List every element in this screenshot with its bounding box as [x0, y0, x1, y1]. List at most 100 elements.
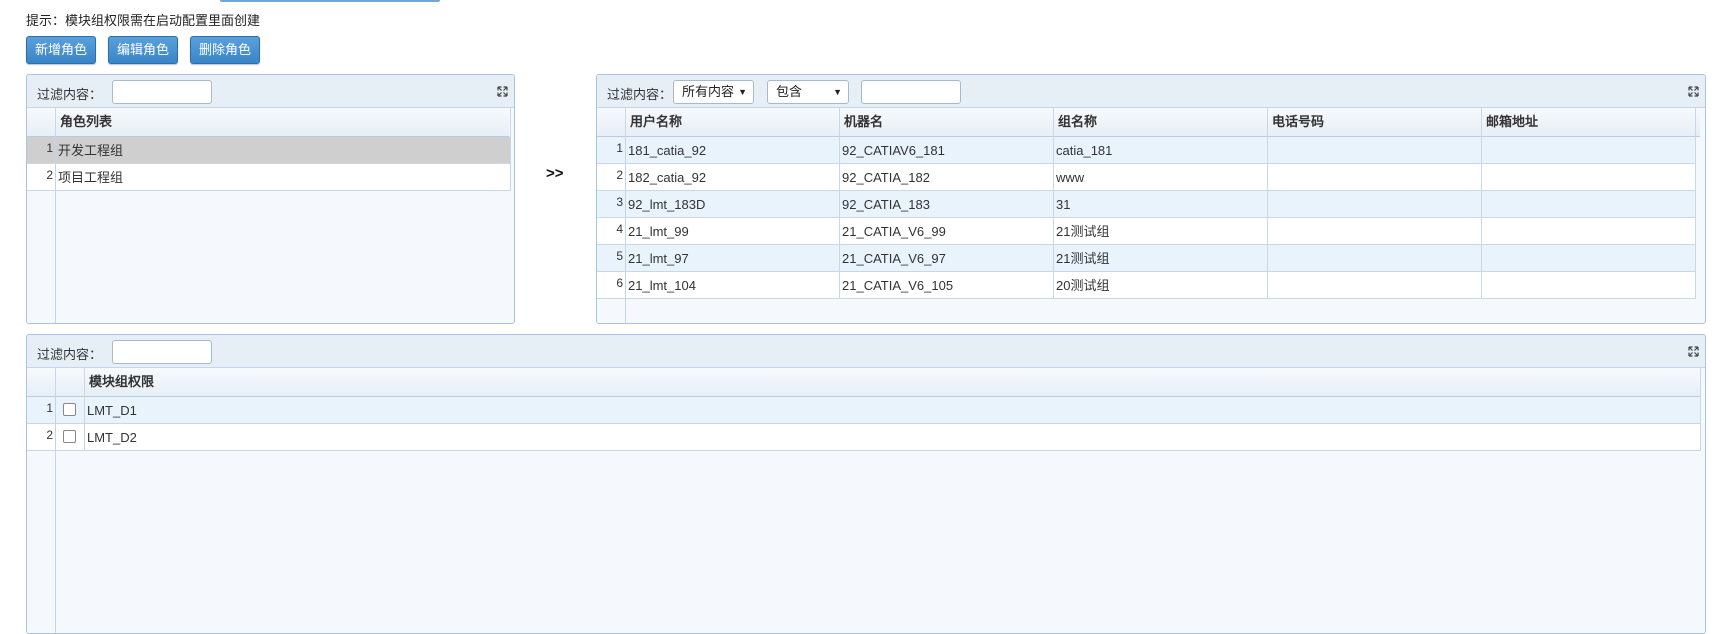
expand-icon[interactable]: [1688, 346, 1699, 357]
row-checkbox[interactable]: [63, 403, 76, 416]
table-row[interactable]: 1 开发工程组: [27, 137, 511, 164]
row-number: 2: [597, 164, 626, 190]
hint-text: 提示：模块组权限需在启动配置里面创建: [26, 13, 261, 28]
user-name-cell[interactable]: 182_catia_92: [626, 164, 840, 190]
header-phone[interactable]: 电话号码: [1268, 108, 1482, 137]
module-grid-header: 模块组权限: [27, 368, 1701, 397]
email-cell[interactable]: [1482, 164, 1696, 190]
row-checkbox[interactable]: [63, 430, 76, 443]
role-grid-header: 角色列表: [27, 108, 511, 137]
email-cell[interactable]: [1482, 191, 1696, 217]
table-row[interactable]: 3 92_lmt_183D 92_CATIA_183 31: [597, 191, 1696, 218]
module-grid: 模块组权限 1 LMT_D1 2 LMT_D2: [27, 368, 1705, 633]
role-filter-label: 过滤内容：: [37, 87, 103, 102]
user-panel-toolbar: 过滤内容： 所有内容 ▼ 包含 ▼: [597, 75, 1705, 108]
header-corner: [27, 108, 56, 137]
header-user-name[interactable]: 用户名称: [626, 108, 840, 137]
expand-icon[interactable]: [497, 86, 508, 97]
header-email[interactable]: 邮箱地址: [1482, 108, 1696, 137]
row-number: 1: [597, 137, 626, 163]
phone-cell[interactable]: [1268, 245, 1482, 271]
table-row[interactable]: 1 LMT_D1: [27, 397, 1701, 424]
header-machine-name[interactable]: 机器名: [840, 108, 1054, 137]
table-row[interactable]: 5 21_lmt_97 21_CATIA_V6_97 21测试组: [597, 245, 1696, 272]
row-number: 2: [27, 424, 56, 450]
header-checkbox-column: [56, 368, 85, 397]
checkbox-cell: [56, 397, 85, 423]
group-name-cell[interactable]: 31: [1054, 191, 1268, 217]
phone-cell[interactable]: [1268, 191, 1482, 217]
row-number: 1: [27, 397, 56, 423]
row-number: 3: [597, 191, 626, 217]
top-progress-strip: [220, 0, 440, 2]
module-permission-header[interactable]: 模块组权限: [85, 368, 1701, 397]
email-cell[interactable]: [1482, 218, 1696, 244]
table-row[interactable]: 1 181_catia_92 92_CATIAV6_181 catia_181: [597, 137, 1696, 164]
filter-field-select[interactable]: 所有内容 ▼: [673, 80, 754, 104]
table-row[interactable]: 2 LMT_D2: [27, 424, 1701, 451]
role-panel: 过滤内容： 角色列表 1 开发工程组 2 项目工程组: [26, 74, 515, 324]
machine-name-cell[interactable]: 21_CATIA_V6_97: [840, 245, 1054, 271]
header-corner: [597, 108, 626, 137]
user-filter-input[interactable]: [861, 80, 961, 104]
phone-cell[interactable]: [1268, 272, 1482, 298]
phone-cell[interactable]: [1268, 137, 1482, 163]
user-name-cell[interactable]: 21_lmt_104: [626, 272, 840, 298]
edit-role-button[interactable]: 编辑角色: [108, 36, 179, 64]
role-list-header[interactable]: 角色列表: [56, 108, 511, 137]
row-number: 1: [27, 137, 56, 163]
user-name-cell[interactable]: 181_catia_92: [626, 137, 840, 163]
row-number: 4: [597, 218, 626, 244]
group-name-cell[interactable]: catia_181: [1054, 137, 1268, 163]
email-cell[interactable]: [1482, 137, 1696, 163]
group-name-cell[interactable]: 20测试组: [1054, 272, 1268, 298]
user-name-cell[interactable]: 21_lmt_99: [626, 218, 840, 244]
table-row[interactable]: 2 项目工程组: [27, 164, 511, 191]
delete-role-button[interactable]: 删除角色: [190, 36, 261, 64]
user-name-cell[interactable]: 92_lmt_183D: [626, 191, 840, 217]
machine-name-cell[interactable]: 21_CATIA_V6_105: [840, 272, 1054, 298]
role-panel-toolbar: 过滤内容：: [27, 75, 514, 108]
group-name-cell[interactable]: www: [1054, 164, 1268, 190]
machine-name-cell[interactable]: 92_CATIA_183: [840, 191, 1054, 217]
group-name-cell[interactable]: 21测试组: [1054, 218, 1268, 244]
user-grid-header: 用户名称 机器名 组名称 电话号码 邮箱地址: [597, 108, 1700, 137]
expand-icon[interactable]: [1688, 86, 1699, 97]
module-panel: 过滤内容： 模块组权限 1 LMT_D1 2 LMT_D2: [26, 334, 1706, 634]
machine-name-cell[interactable]: 92_CATIA_182: [840, 164, 1054, 190]
phone-cell[interactable]: [1268, 164, 1482, 190]
row-number: 2: [27, 164, 56, 190]
machine-name-cell[interactable]: 21_CATIA_V6_99: [840, 218, 1054, 244]
row-number: 6: [597, 272, 626, 298]
module-panel-toolbar: 过滤内容：: [27, 335, 1705, 368]
user-filter-label: 过滤内容：: [607, 87, 673, 102]
role-name-cell[interactable]: 开发工程组: [56, 137, 511, 163]
role-grid: 角色列表 1 开发工程组 2 项目工程组: [27, 108, 514, 323]
caret-down-icon: ▼: [738, 87, 747, 97]
module-name-cell[interactable]: LMT_D1: [85, 397, 1701, 423]
email-cell[interactable]: [1482, 272, 1696, 298]
user-panel: 过滤内容： 所有内容 ▼ 包含 ▼ 用户名称 机器名 组名称 电话号码 邮箱地址…: [596, 74, 1706, 324]
role-filter-input[interactable]: [112, 80, 212, 104]
row-number: 5: [597, 245, 626, 271]
header-group-name[interactable]: 组名称: [1054, 108, 1268, 137]
caret-down-icon: ▼: [833, 87, 842, 97]
filter-operator-value: 包含: [776, 84, 803, 99]
transfer-arrow[interactable]: >>: [546, 165, 564, 182]
machine-name-cell[interactable]: 92_CATIAV6_181: [840, 137, 1054, 163]
add-role-button[interactable]: 新增角色: [26, 36, 97, 64]
header-corner: [27, 368, 56, 397]
group-name-cell[interactable]: 21测试组: [1054, 245, 1268, 271]
table-row[interactable]: 2 182_catia_92 92_CATIA_182 www: [597, 164, 1696, 191]
table-row[interactable]: 6 21_lmt_104 21_CATIA_V6_105 20测试组: [597, 272, 1696, 299]
phone-cell[interactable]: [1268, 218, 1482, 244]
module-filter-input[interactable]: [112, 340, 212, 364]
email-cell[interactable]: [1482, 245, 1696, 271]
filter-field-value: 所有内容: [682, 84, 735, 99]
checkbox-cell: [56, 424, 85, 450]
user-name-cell[interactable]: 21_lmt_97: [626, 245, 840, 271]
filter-operator-select[interactable]: 包含 ▼: [767, 80, 849, 104]
table-row[interactable]: 4 21_lmt_99 21_CATIA_V6_99 21测试组: [597, 218, 1696, 245]
role-name-cell[interactable]: 项目工程组: [56, 164, 511, 190]
module-name-cell[interactable]: LMT_D2: [85, 424, 1701, 450]
